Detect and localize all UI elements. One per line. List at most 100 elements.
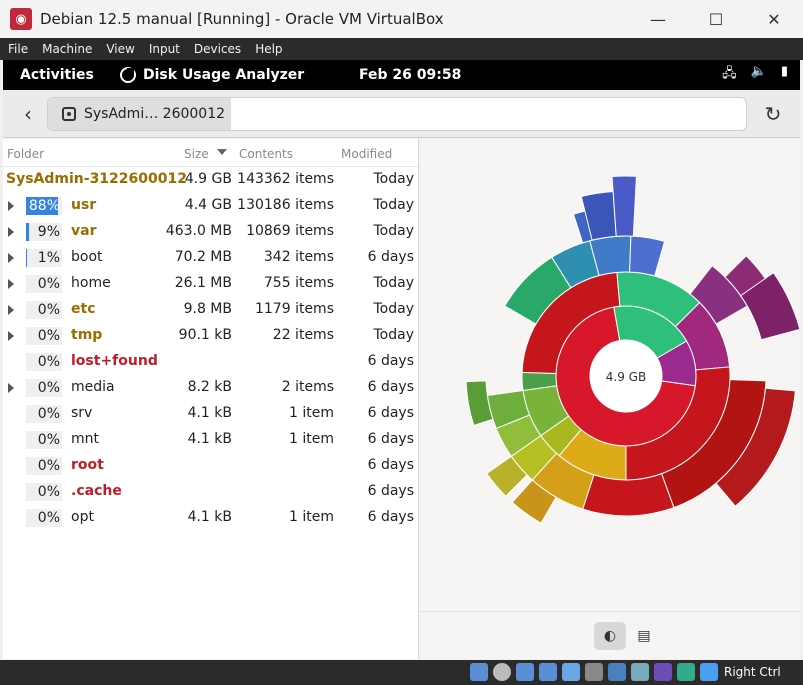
optical-drive-icon[interactable] — [493, 663, 511, 681]
folder-size: 90.1 kB — [178, 327, 232, 343]
folder-modified: Today — [373, 275, 415, 291]
network-adapter-icon[interactable] — [539, 663, 557, 681]
expander-icon[interactable] — [8, 331, 14, 341]
close-button[interactable]: ✕ — [745, 0, 803, 38]
folder-name: media — [71, 379, 115, 395]
column-contents[interactable]: Contents — [239, 147, 293, 161]
folder-row[interactable]: 0% lost+found 6 days — [3, 349, 418, 375]
usb-icon[interactable] — [562, 663, 580, 681]
folder-size: 8.2 kB — [187, 379, 232, 395]
shared-folders-icon[interactable] — [585, 663, 603, 681]
activities-button[interactable]: Activities — [20, 67, 94, 83]
vbox-menubar: File Machine View Input Devices Help — [0, 38, 803, 60]
folder-modified: 6 days — [367, 379, 414, 395]
mouse-integration-icon[interactable] — [677, 663, 695, 681]
folder-row[interactable]: 0% .cache 6 days — [3, 479, 418, 505]
percent-label: 88% — [28, 198, 60, 214]
folder-name: opt — [71, 509, 94, 525]
ring-chart-button[interactable]: ◐ — [594, 622, 626, 650]
battery-icon: ▮ — [780, 64, 788, 79]
folder-row[interactable]: 9% var 463.0 MB 10869 items Today — [3, 219, 418, 245]
folder-size: 26.1 MB — [174, 275, 232, 291]
menu-devices[interactable]: Devices — [186, 42, 247, 56]
folder-size: 4.1 kB — [187, 431, 232, 447]
folder-modified: Today — [373, 197, 415, 213]
maximize-button[interactable]: ☐ — [687, 0, 745, 38]
expander-icon[interactable] — [8, 227, 14, 237]
reload-button[interactable]: ↻ — [760, 101, 786, 127]
recording-icon[interactable] — [631, 663, 649, 681]
folder-row[interactable]: 0% tmp 90.1 kB 22 items Today — [3, 323, 418, 349]
folder-row[interactable]: 0% opt 4.1 kB 1 item 6 days — [3, 505, 418, 531]
expander-icon[interactable] — [8, 279, 14, 289]
menu-file[interactable]: File — [0, 42, 34, 56]
virtualization-icon[interactable] — [654, 663, 672, 681]
host-titlebar: ◉ Debian 12.5 manual [Running] - Oracle … — [0, 0, 803, 38]
percent-bar: 88% — [26, 197, 62, 215]
percent-label: 0% — [37, 276, 60, 292]
folder-contents: 342 items — [263, 249, 334, 265]
folder-size: 4.1 kB — [187, 405, 232, 421]
folder-row[interactable]: 0% root 6 days — [3, 453, 418, 479]
column-size[interactable]: Size — [184, 147, 209, 161]
folder-row[interactable]: 0% home 26.1 MB 755 items Today — [3, 271, 418, 297]
audio-icon[interactable] — [516, 663, 534, 681]
folder-row[interactable]: 0% media 8.2 kB 2 items 6 days — [3, 375, 418, 401]
sort-descending-icon — [217, 149, 227, 155]
column-headers: Folder Size Contents Modified — [3, 139, 418, 167]
folder-size: 4.1 kB — [187, 509, 232, 525]
host-key-indicator-icon[interactable] — [700, 663, 718, 681]
virtualbox-icon: ◉ — [10, 8, 32, 30]
folder-name: srv — [71, 405, 93, 421]
folder-row[interactable]: 0% mnt 4.1 kB 1 item 6 days — [3, 427, 418, 453]
percent-bar: 9% — [26, 223, 62, 241]
menu-view[interactable]: View — [98, 42, 140, 56]
expander-icon[interactable] — [8, 201, 14, 211]
host-window-title: Debian 12.5 manual [Running] - Oracle VM… — [40, 10, 444, 28]
percent-label: 0% — [37, 328, 60, 344]
back-button[interactable]: ‹ — [15, 101, 41, 127]
disk-usage-app-icon — [120, 67, 136, 83]
menu-machine[interactable]: Machine — [34, 42, 98, 56]
network-icon: 🖧 — [722, 66, 737, 81]
folder-row[interactable]: 1% boot 70.2 MB 342 items 6 days — [3, 245, 418, 271]
folder-modified: Today — [373, 223, 415, 239]
app-menu[interactable]: Disk Usage Analyzer — [120, 67, 304, 83]
percent-label: 0% — [37, 458, 60, 474]
treemap-chart-button[interactable]: ▤ — [628, 622, 660, 650]
app-headerbar: ‹ SysAdmi… 2600012 ↻ — [3, 90, 800, 138]
system-tray[interactable]: 🖧 🔈 ▮ — [722, 64, 788, 86]
ring-segment[interactable] — [629, 235, 666, 277]
folder-row[interactable]: 88% usr 4.4 GB 130186 items Today — [3, 193, 418, 219]
expander-icon[interactable] — [8, 253, 14, 263]
folder-row[interactable]: 0% srv 4.1 kB 1 item 6 days — [3, 401, 418, 427]
expander-icon[interactable] — [8, 305, 14, 315]
hard-disk-icon[interactable] — [470, 663, 488, 681]
ring-chart-panel[interactable]: 4.9 GB — [420, 139, 800, 611]
menu-input[interactable]: Input — [141, 42, 186, 56]
folder-contents: 10869 items — [246, 223, 334, 239]
menu-help[interactable]: Help — [247, 42, 288, 56]
path-segment-root[interactable]: SysAdmi… 2600012 — [48, 98, 231, 130]
percent-bar: 0% — [26, 379, 62, 397]
root-row[interactable]: SysAdmin-3122600012 4.9 GB 143362 items … — [3, 167, 418, 193]
ring-chart[interactable]: 4.9 GB — [420, 139, 800, 611]
ring-segment[interactable] — [582, 473, 675, 517]
ring-segment[interactable] — [465, 380, 494, 427]
folder-contents: 1 item — [289, 405, 334, 421]
ring-segment[interactable] — [611, 175, 637, 237]
column-folder[interactable]: Folder — [7, 147, 44, 161]
folder-modified: 6 days — [367, 431, 414, 447]
percent-bar: 1% — [26, 249, 62, 267]
folder-name: .cache — [71, 483, 122, 499]
expander-icon[interactable] — [8, 383, 14, 393]
column-modified[interactable]: Modified — [341, 147, 392, 161]
clock[interactable]: Feb 26 09:58 — [359, 67, 461, 83]
display-icon[interactable] — [608, 663, 626, 681]
percent-label: 0% — [37, 302, 60, 318]
minimize-button[interactable]: — — [629, 0, 687, 38]
folder-contents: 130186 items — [237, 197, 334, 213]
folder-row[interactable]: 0% etc 9.8 MB 1179 items Today — [3, 297, 418, 323]
volume-icon: 🔈 — [750, 64, 767, 79]
folder-contents: 22 items — [272, 327, 334, 343]
